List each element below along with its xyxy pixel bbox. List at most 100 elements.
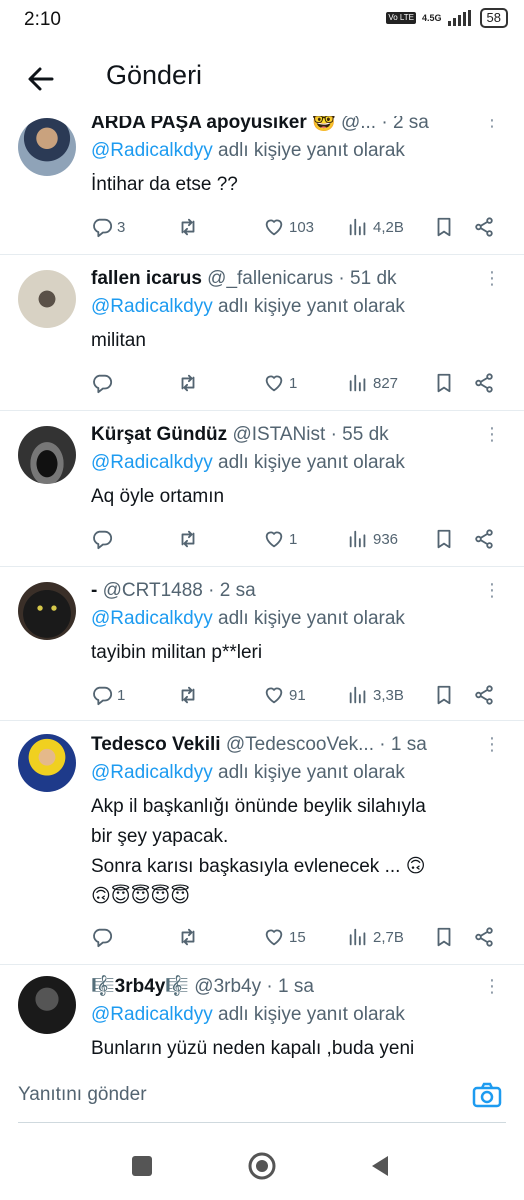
recents-icon[interactable] bbox=[130, 1154, 154, 1178]
reply-context: @Radicalkdyy adlı kişiye yanıt olarak bbox=[91, 604, 494, 634]
reply-count: 3 bbox=[117, 218, 126, 236]
tweet-text: İntihar da etse ?? bbox=[91, 174, 238, 195]
reply-icon bbox=[91, 216, 113, 238]
views-icon bbox=[347, 216, 369, 238]
reply-context-text: adlı kişiye yanıt olarak bbox=[212, 452, 405, 473]
retweet-button[interactable] bbox=[177, 212, 199, 242]
views-button[interactable]: 3,3B bbox=[347, 680, 404, 710]
battery-indicator: 58 bbox=[479, 8, 508, 28]
reply-icon bbox=[91, 684, 113, 706]
tweet[interactable]: fallen icarus @_fallenicarus · 51 dk @Ra… bbox=[0, 254, 524, 411]
bookmark-button[interactable] bbox=[433, 368, 455, 398]
bookmark-icon bbox=[433, 684, 455, 706]
author-handle[interactable]: @_fallenicarus bbox=[207, 268, 333, 289]
tweet-author-line[interactable]: - @CRT1488 · 2 sa bbox=[91, 578, 494, 604]
reply-button[interactable] bbox=[91, 368, 117, 398]
tweet-actions: 1 91 3,3B bbox=[91, 680, 504, 710]
avatar[interactable] bbox=[18, 118, 76, 176]
author-name[interactable]: fallen icarus bbox=[91, 268, 202, 289]
like-button[interactable]: 103 bbox=[263, 212, 314, 242]
tweet[interactable]: ARDA PAŞA apoyusiker 🤓 @... · 2 sa @Radi… bbox=[0, 116, 524, 255]
camera-icon[interactable] bbox=[472, 1080, 502, 1110]
retweet-button[interactable] bbox=[177, 680, 199, 710]
views-icon bbox=[347, 372, 369, 394]
tweet-author-line[interactable]: ARDA PAŞA apoyusiker 🤓 @... · 2 sa bbox=[91, 116, 494, 136]
views-icon bbox=[347, 926, 369, 948]
like-button[interactable]: 1 bbox=[263, 524, 297, 554]
avatar[interactable] bbox=[18, 270, 76, 328]
author-handle[interactable]: @... bbox=[341, 116, 376, 133]
reply-button[interactable]: 3 bbox=[91, 212, 125, 242]
status-bar: 2:10 Vo LTE 4.5G 58 bbox=[0, 0, 524, 40]
bookmark-button[interactable] bbox=[433, 680, 455, 710]
bookmark-button[interactable] bbox=[433, 524, 455, 554]
mention-link[interactable]: @Radicalkdyy bbox=[91, 762, 213, 783]
mention-link[interactable]: @Radicalkdyy bbox=[91, 452, 213, 473]
views-button[interactable]: 2,7B bbox=[347, 922, 404, 952]
tweet[interactable]: 🎼3rb4y🎼 @3rb4y · 1 sa @Radicalkdyy adlı … bbox=[0, 964, 524, 1058]
like-count: 91 bbox=[289, 686, 306, 704]
tweet[interactable]: - @CRT1488 · 2 sa @Radicalkdyy adlı kişi… bbox=[0, 566, 524, 721]
like-button[interactable]: 91 bbox=[263, 680, 306, 710]
views-button[interactable]: 4,2B bbox=[347, 212, 404, 242]
avatar[interactable] bbox=[18, 976, 76, 1034]
reply-button[interactable] bbox=[91, 922, 117, 952]
views-button[interactable]: 827 bbox=[347, 368, 398, 398]
retweet-button[interactable] bbox=[177, 368, 199, 398]
more-options-icon[interactable]: ⋮ bbox=[482, 116, 502, 136]
mention-link[interactable]: @Radicalkdyy bbox=[91, 608, 213, 629]
reply-context-text: adlı kişiye yanıt olarak bbox=[212, 608, 405, 629]
avatar[interactable] bbox=[18, 734, 76, 792]
mention-link[interactable]: @Radicalkdyy bbox=[91, 140, 213, 161]
author-handle[interactable]: @CRT1488 bbox=[103, 580, 203, 601]
tweet-actions: 15 2,7B bbox=[91, 922, 504, 952]
author-handle[interactable]: @3rb4y bbox=[194, 976, 261, 997]
tweet-author-line[interactable]: 🎼3rb4y🎼 @3rb4y · 1 sa bbox=[91, 974, 494, 1000]
more-options-icon[interactable]: ⋮ bbox=[482, 268, 502, 294]
share-button[interactable] bbox=[473, 368, 495, 398]
more-options-icon[interactable]: ⋮ bbox=[482, 424, 502, 450]
like-button[interactable]: 15 bbox=[263, 922, 306, 952]
share-button[interactable] bbox=[473, 922, 495, 952]
author-name[interactable]: 🎼3rb4y🎼 bbox=[91, 976, 189, 997]
reply-button[interactable] bbox=[91, 524, 117, 554]
reply-feed[interactable]: ARDA PAŞA apoyusiker 🤓 @... · 2 sa @Radi… bbox=[0, 116, 524, 1058]
tweet[interactable]: Tedesco Vekili @TedescooVek... · 1 sa @R… bbox=[0, 720, 524, 965]
tweet-author-line[interactable]: Tedesco Vekili @TedescooVek... · 1 sa bbox=[91, 732, 494, 758]
share-icon bbox=[473, 216, 495, 238]
more-options-icon[interactable]: ⋮ bbox=[482, 976, 502, 1002]
avatar[interactable] bbox=[18, 582, 76, 640]
share-button[interactable] bbox=[473, 524, 495, 554]
author-name[interactable]: Tedesco Vekili bbox=[91, 734, 221, 755]
bookmark-button[interactable] bbox=[433, 212, 455, 242]
tweet-author-line[interactable]: fallen icarus @_fallenicarus · 51 dk bbox=[91, 266, 494, 292]
retweet-button[interactable] bbox=[177, 922, 199, 952]
retweet-icon bbox=[177, 926, 199, 948]
retweet-icon bbox=[177, 372, 199, 394]
tweet[interactable]: Kürşat Gündüz @ISTANist · 55 dk @Radical… bbox=[0, 410, 524, 567]
arrow-left-icon[interactable] bbox=[26, 64, 56, 94]
author-handle[interactable]: @ISTANist bbox=[232, 424, 325, 445]
bookmark-button[interactable] bbox=[433, 922, 455, 952]
author-name[interactable]: ARDA PAŞA apoyusiker 🤓 bbox=[91, 116, 336, 133]
views-button[interactable]: 936 bbox=[347, 524, 398, 554]
share-button[interactable] bbox=[473, 680, 495, 710]
avatar[interactable] bbox=[18, 426, 76, 484]
reply-input[interactable]: Yanıtını gönder bbox=[18, 1084, 147, 1106]
tweet-author-line[interactable]: Kürşat Gündüz @ISTANist · 55 dk bbox=[91, 422, 494, 448]
tweet-actions: 1 936 bbox=[91, 524, 504, 554]
like-button[interactable]: 1 bbox=[263, 368, 297, 398]
back-nav-icon[interactable] bbox=[368, 1154, 392, 1178]
author-handle[interactable]: @TedescooVek... bbox=[226, 734, 374, 755]
author-name[interactable]: Kürşat Gündüz bbox=[91, 424, 227, 445]
share-button[interactable] bbox=[473, 212, 495, 242]
reply-button[interactable]: 1 bbox=[91, 680, 125, 710]
home-icon[interactable] bbox=[246, 1150, 278, 1182]
retweet-button[interactable] bbox=[177, 524, 199, 554]
tweet-text: militan bbox=[91, 330, 146, 351]
mention-link[interactable]: @Radicalkdyy bbox=[91, 1004, 213, 1025]
author-name[interactable]: - bbox=[91, 580, 97, 601]
mention-link[interactable]: @Radicalkdyy bbox=[91, 296, 213, 317]
more-options-icon[interactable]: ⋮ bbox=[482, 580, 502, 606]
more-options-icon[interactable]: ⋮ bbox=[482, 734, 502, 760]
